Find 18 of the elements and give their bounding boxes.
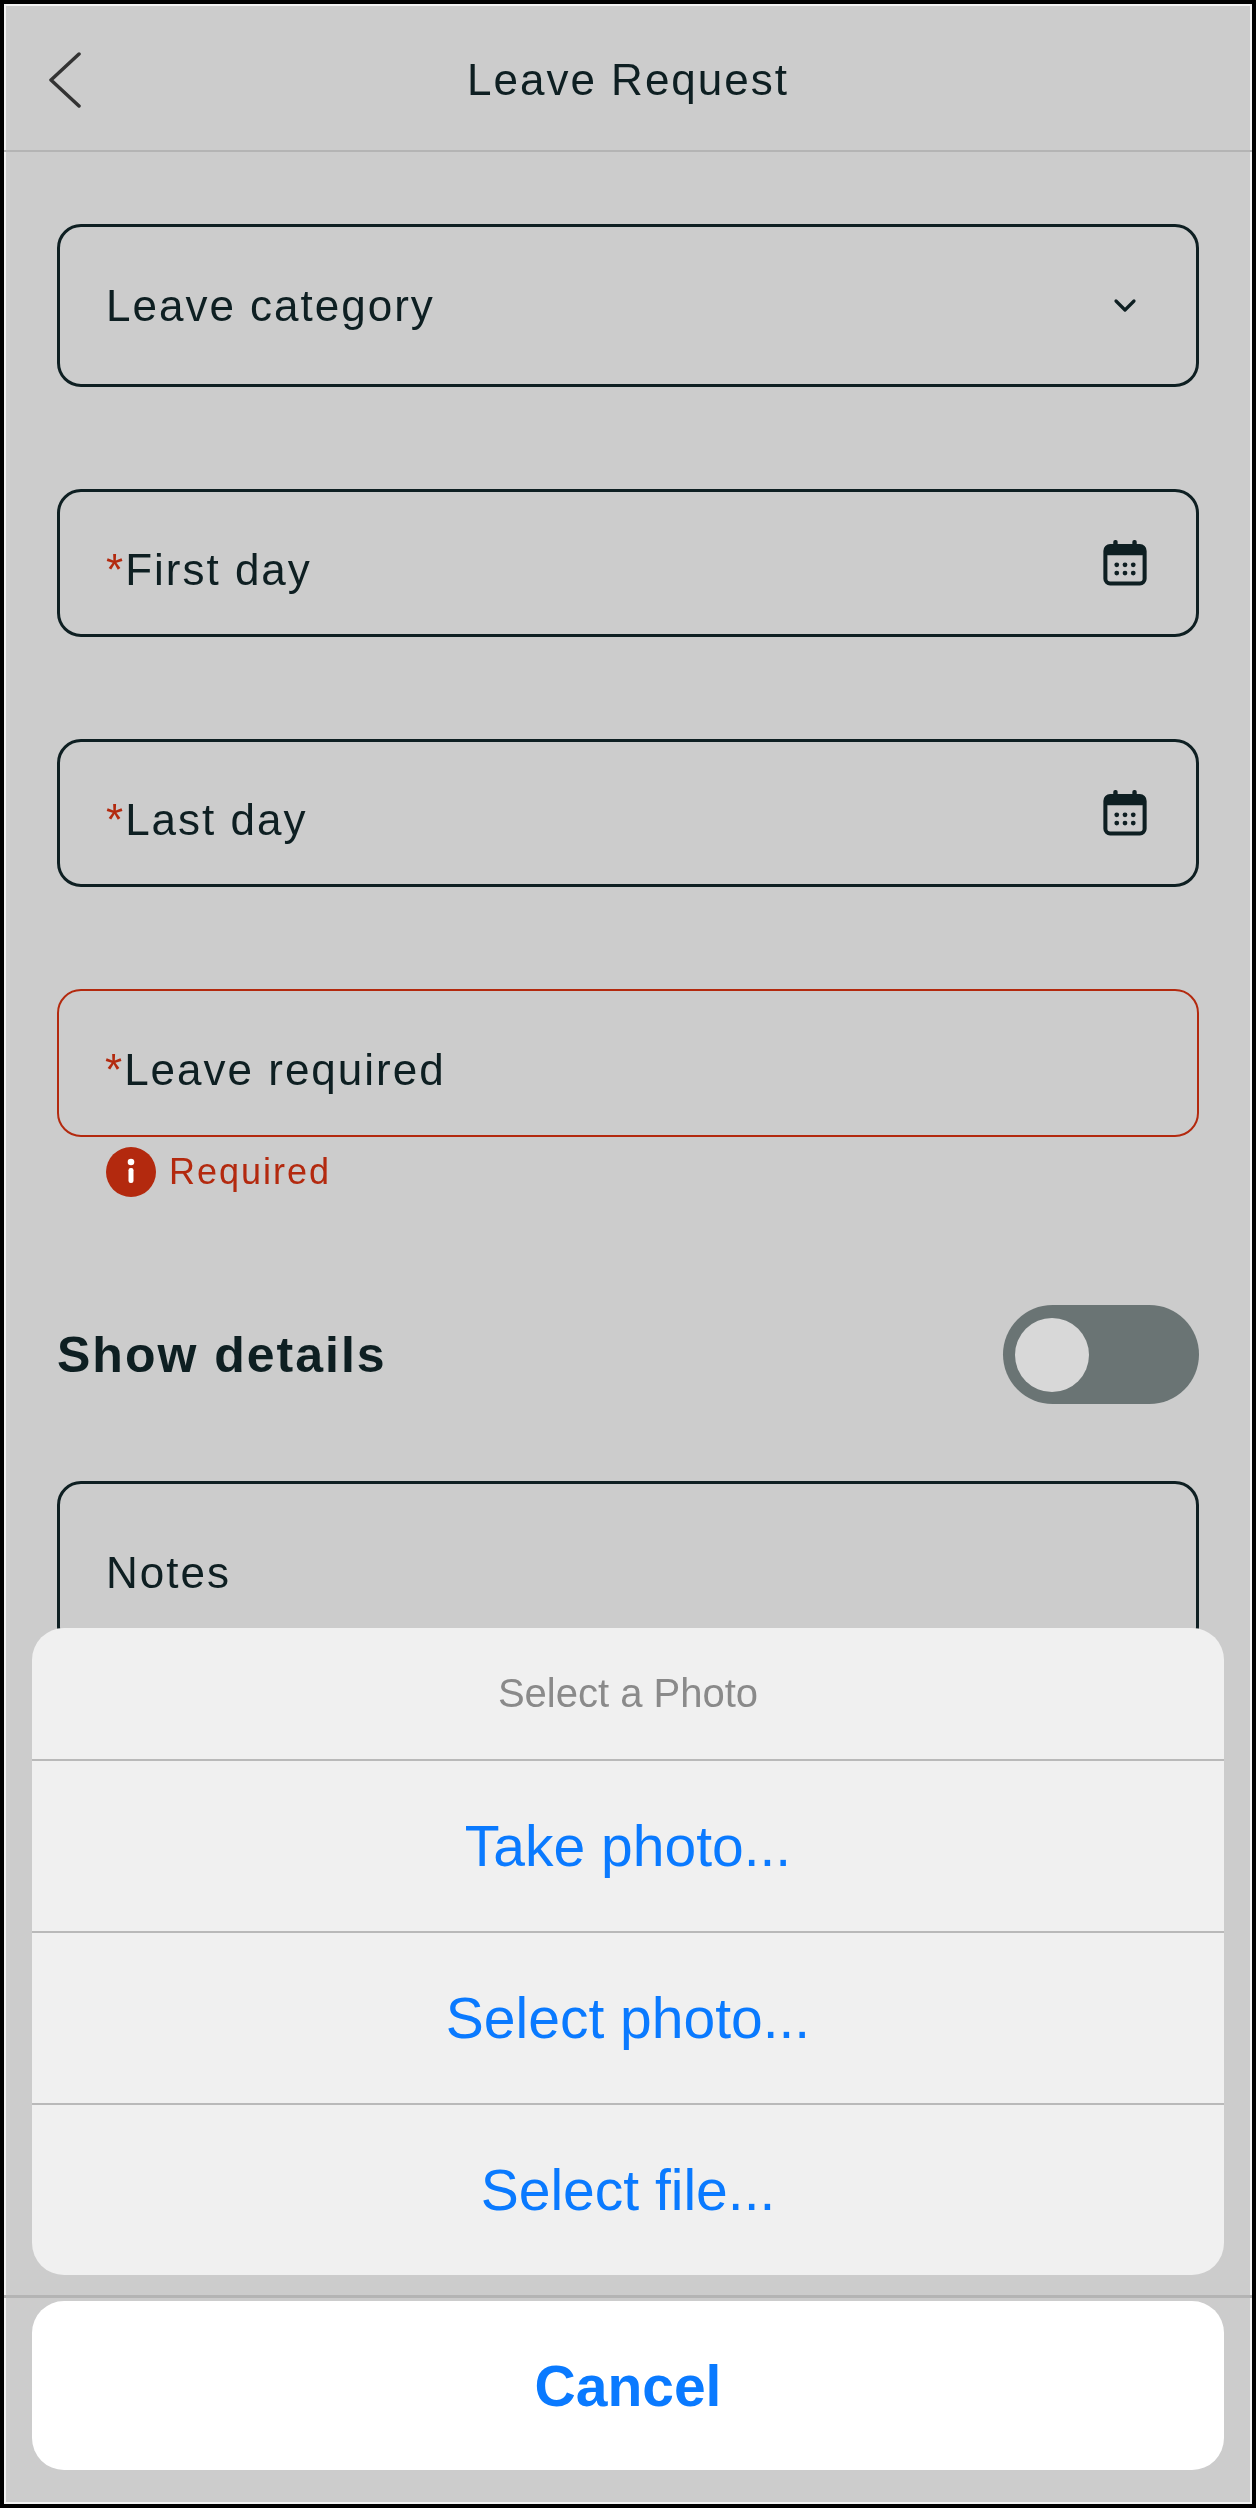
page-title: Leave Request bbox=[467, 55, 789, 105]
error-message: Required bbox=[169, 1151, 332, 1193]
back-button[interactable] bbox=[48, 52, 82, 108]
sheet-option-button[interactable]: Select photo... bbox=[32, 1931, 1224, 2103]
select-field[interactable]: Leave category bbox=[57, 224, 1199, 387]
sheet-option-button[interactable]: Select file... bbox=[32, 2103, 1224, 2275]
date-field[interactable]: *Last day bbox=[57, 739, 1199, 887]
sheet-title: Select a Photo bbox=[496, 1670, 760, 1717]
back-icon bbox=[48, 52, 82, 108]
chevron-down-icon bbox=[1113, 297, 1137, 314]
calendar-icon bbox=[1103, 790, 1147, 836]
calendar-icon bbox=[1103, 540, 1147, 586]
sheet-option-button[interactable]: Take photo... bbox=[32, 1759, 1224, 1931]
date-field[interactable]: *First day bbox=[57, 489, 1199, 637]
cancel-button[interactable]: Cancel bbox=[32, 2301, 1224, 2470]
toggle-label: Show details bbox=[57, 1325, 387, 1384]
info-icon bbox=[106, 1147, 156, 1197]
text-field[interactable]: *Leave required bbox=[57, 989, 1199, 1137]
